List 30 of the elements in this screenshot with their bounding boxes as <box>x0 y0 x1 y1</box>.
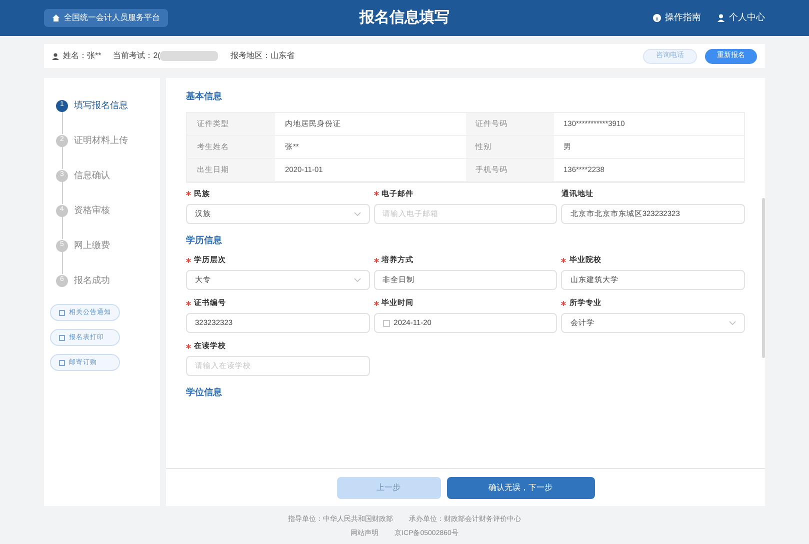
person-icon <box>52 52 59 60</box>
document-icon <box>59 360 65 366</box>
previous-button[interactable]: 上一步 <box>336 476 440 498</box>
document-icon <box>59 310 65 316</box>
section-title: 学位信息 <box>186 386 223 399</box>
redacted-bar <box>160 51 218 61</box>
document-icon <box>59 334 65 340</box>
step-label[interactable]: 证明材料上传 <box>74 134 128 148</box>
home-icon <box>52 14 60 22</box>
section-title: 基本信息 <box>186 90 223 103</box>
chevron-down-icon <box>354 278 361 282</box>
chevron-down-icon <box>729 321 736 325</box>
step-label[interactable]: 填写报名信息 <box>74 98 128 112</box>
step-label[interactable]: 报名成功 <box>74 274 110 288</box>
help-icon <box>653 14 661 22</box>
header-link[interactable]: 个人中心 <box>717 11 765 25</box>
header-link[interactable]: 操作指南 <box>653 11 701 25</box>
step-label[interactable]: 资格审核 <box>74 204 110 218</box>
calendar-icon <box>382 320 390 326</box>
exam-text: 当前考试：2( <box>113 50 160 62</box>
platform-link[interactable]: 全国统一会计人员服务平台 <box>44 9 168 27</box>
step-label[interactable]: 信息确认 <box>74 168 110 182</box>
chevron-down-icon <box>354 212 361 216</box>
region-text: 报考地区：山东省 <box>230 50 294 62</box>
next-button[interactable]: 确认无误，下一步 <box>446 476 594 498</box>
person-icon <box>717 14 725 22</box>
step-label[interactable]: 网上缴费 <box>74 238 110 252</box>
page-title: 报名信息填写 <box>360 8 450 28</box>
name-text: 姓名：张** <box>63 50 102 62</box>
section-title: 学历信息 <box>186 234 223 246</box>
